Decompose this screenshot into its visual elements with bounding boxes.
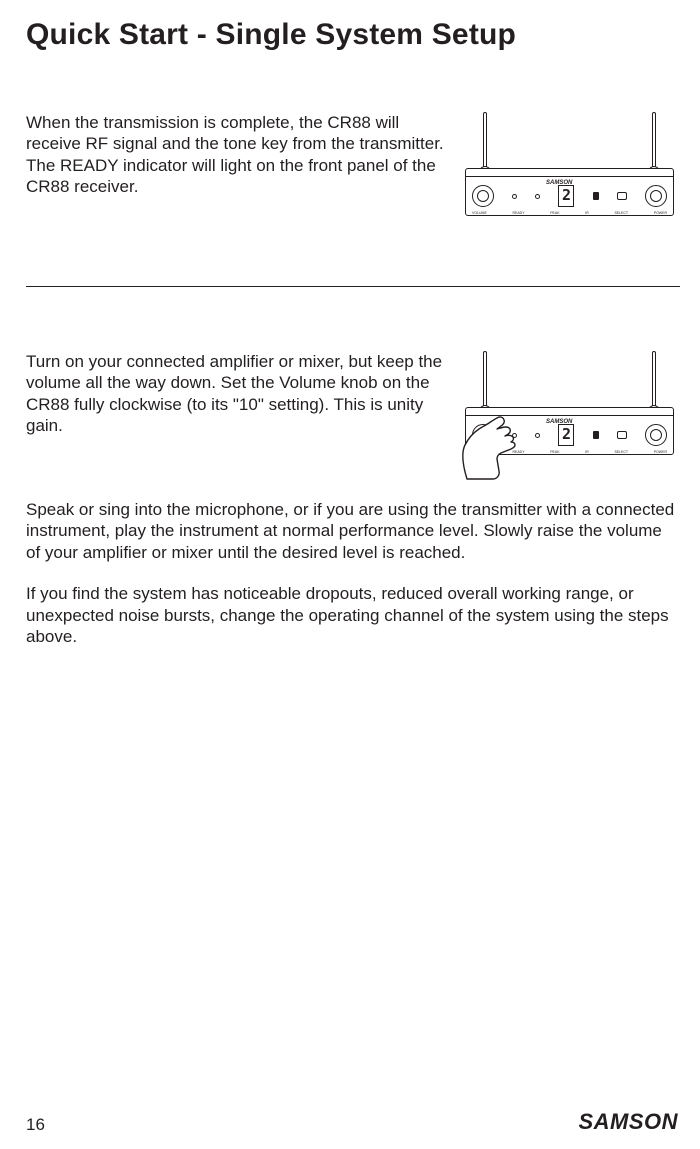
label-peak: PEAK (550, 211, 559, 215)
antenna-right-icon (652, 112, 656, 172)
section-divider (26, 286, 680, 287)
page-footer: 16 SAMSON (0, 1109, 700, 1135)
channel-display: 2 (558, 424, 574, 446)
label-ready: READY (512, 211, 524, 215)
select-button-icon (617, 192, 627, 200)
paragraph-4: If you find the system has noticeable dr… (26, 583, 680, 647)
section-1: When the transmission is complete, the C… (26, 112, 680, 222)
label-select: SELECT (614, 450, 628, 454)
receiver-diagram-1: SAMSON 2 VOLUME READY PEAK IR (459, 112, 680, 222)
footer-brand-logo: SAMSON (578, 1109, 678, 1135)
label-ir: IR (585, 450, 589, 454)
page-title: Quick Start - Single System Setup (26, 18, 680, 52)
antenna-left-icon (483, 351, 487, 411)
select-button-icon (617, 431, 627, 439)
label-power: POWER (654, 450, 667, 454)
ir-window-icon (593, 431, 599, 439)
hand-icon (457, 411, 535, 481)
power-knob-icon (645, 185, 667, 207)
page-number: 16 (26, 1115, 45, 1135)
power-knob-icon (645, 424, 667, 446)
receiver-diagram-2: SAMSON 2 VOLUME READY PEAK IR (459, 351, 680, 461)
section-2: Turn on your connected amplifier or mixe… (26, 351, 680, 461)
volume-knob-icon (472, 185, 494, 207)
ir-window-icon (593, 192, 599, 200)
peak-led-icon (535, 194, 540, 199)
label-power: POWER (654, 211, 667, 215)
label-select: SELECT (614, 211, 628, 215)
antenna-right-icon (652, 351, 656, 411)
label-volume: VOLUME (472, 211, 487, 215)
ready-led-icon (512, 194, 517, 199)
antenna-left-icon (483, 112, 487, 172)
receiver-chassis: SAMSON 2 VOLUME READY PEAK IR (465, 168, 674, 216)
label-peak: PEAK (550, 450, 559, 454)
label-ir: IR (585, 211, 589, 215)
section-1-text: When the transmission is complete, the C… (26, 112, 445, 198)
section-2-text: Turn on your connected amplifier or mixe… (26, 351, 445, 437)
peak-led-icon (535, 433, 540, 438)
paragraph-3: Speak or sing into the microphone, or if… (26, 499, 680, 563)
channel-display: 2 (558, 185, 574, 207)
